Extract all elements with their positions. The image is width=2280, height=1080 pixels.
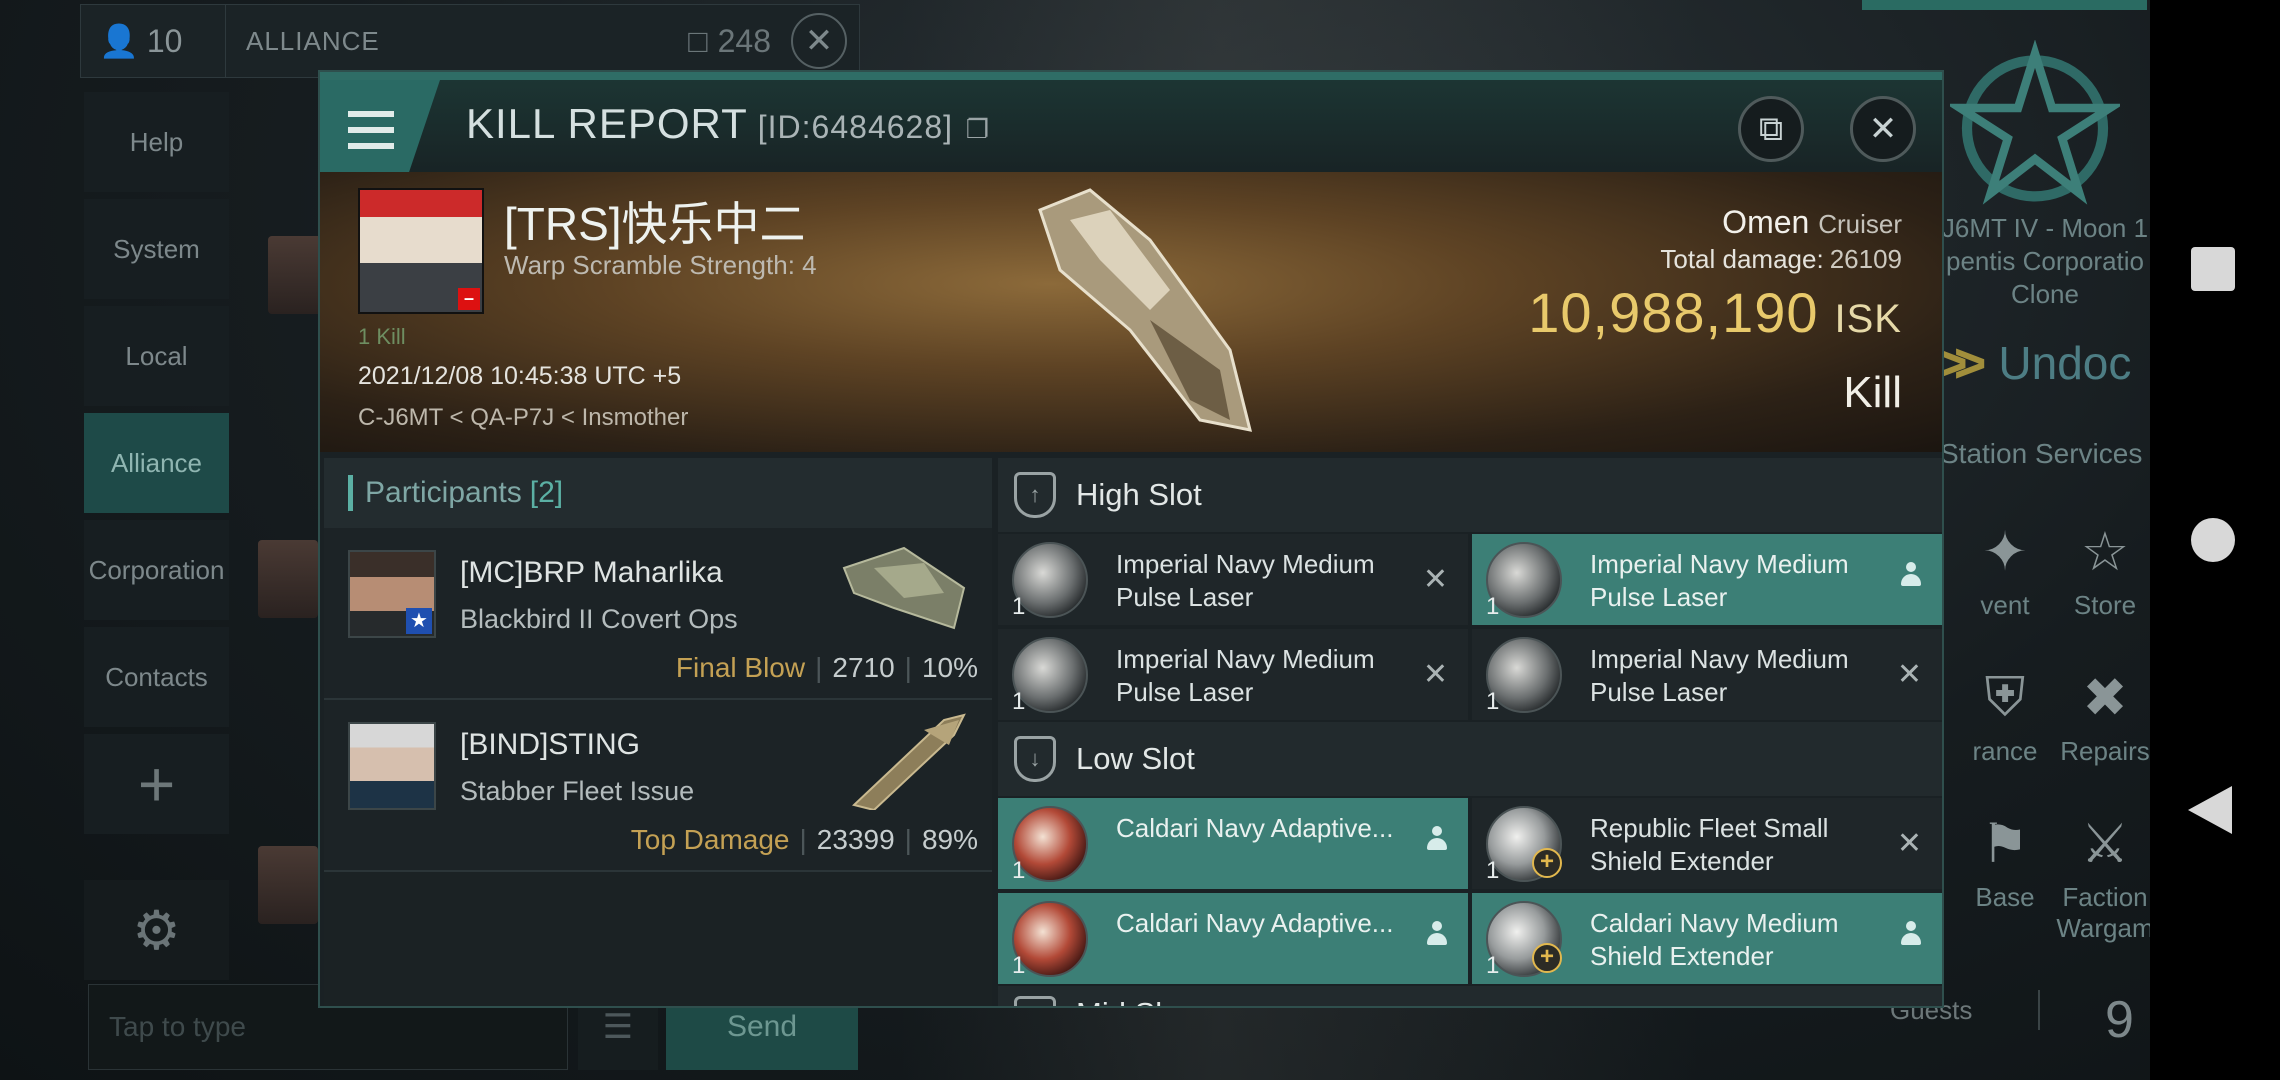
participants-header: Participants [2]	[324, 458, 992, 528]
external-link-icon: ⧉	[1758, 109, 1784, 148]
divider	[2038, 990, 2040, 1030]
participant-ship-image	[851, 713, 966, 810]
nav-corporation[interactable]: Corporation	[84, 520, 229, 620]
participants-panel: Participants [2] ★ [MC]BRP Maharlika Bla…	[324, 458, 992, 1006]
participant-stats: Final Blow | 2710 | 10%	[675, 652, 978, 683]
dialog-accent	[320, 72, 1942, 80]
station-location: J6MT IV - Moon 1 pentis Corporatio Clone	[1941, 213, 2149, 309]
low-slot-icon: ↓	[1014, 736, 1056, 782]
low-slot-header: ↓ Low Slot	[998, 722, 1942, 796]
nav-help[interactable]: Help	[84, 92, 229, 192]
recents-icon[interactable]	[2191, 247, 2235, 291]
dropped-icon	[1426, 826, 1448, 860]
module-item[interactable]: + 1 Caldari Navy Medium Shield Extender	[1472, 893, 1942, 984]
hamburger-icon	[348, 106, 394, 154]
kill-datetime: 2021/12/08 10:45:38 UTC +5	[358, 362, 682, 390]
destroyed-icon: ✕	[1422, 563, 1448, 596]
module-item[interactable]: + 1 Republic Fleet Small Shield Extender…	[1472, 798, 1942, 889]
nav-local[interactable]: Local	[84, 306, 229, 406]
destroyed-icon: ✕	[1896, 658, 1922, 691]
add-channel-button[interactable]: +	[84, 734, 229, 834]
participant-row[interactable]: ★ [MC]BRP Maharlika Blackbird II Covert …	[324, 528, 992, 700]
hostile-tag-icon: –	[458, 288, 480, 310]
home-icon[interactable]	[2191, 518, 2235, 562]
member-count[interactable]: 👤 10	[81, 5, 226, 77]
module-item[interactable]: 1 Imperial Navy Medium Pulse Laser ✕	[1472, 629, 1942, 720]
total-damage: Total damage: 26109	[1660, 244, 1902, 274]
victim-ship-image[interactable]	[1000, 180, 1280, 450]
victim-name[interactable]: [TRS]快乐中二	[504, 188, 806, 254]
kill-count: 1 Kill	[358, 324, 406, 349]
dropped-icon	[1426, 921, 1448, 955]
low-slot-grid: 1 Caldari Navy Adaptive... + 1 Republic …	[998, 796, 1942, 986]
high-slot-icon: ↑	[1014, 472, 1056, 518]
nav-contacts[interactable]: Contacts	[84, 627, 229, 727]
channel-name: ALLIANCE	[246, 25, 380, 56]
result-label: Kill	[1843, 368, 1902, 417]
avatar[interactable]: ★	[348, 550, 436, 638]
station-emblem-icon	[1950, 40, 2120, 205]
destroyed-icon: ✕	[1422, 658, 1448, 691]
unread-count: □ 248	[688, 22, 771, 59]
module-item[interactable]: 1 Imperial Navy Medium Pulse Laser	[1472, 534, 1942, 625]
module-item[interactable]: 1 Imperial Navy Medium Pulse Laser ✕	[998, 629, 1468, 720]
close-icon: ✕	[1868, 110, 1898, 148]
back-icon[interactable]	[2188, 786, 2232, 834]
high-slot-grid: 1 Imperial Navy Medium Pulse Laser ✕ 1 I…	[998, 532, 1942, 722]
copy-icon[interactable]: ❐	[966, 114, 990, 144]
dropped-icon	[1900, 562, 1922, 596]
dropped-icon	[1900, 921, 1922, 955]
star-icon: ★	[406, 608, 432, 634]
avatar[interactable]	[258, 540, 318, 618]
high-slot-header: ↑ High Slot	[998, 458, 1942, 532]
warp-scramble: Warp Scramble Strength: 4	[504, 250, 817, 280]
close-button[interactable]: ✕	[1850, 96, 1916, 162]
kill-location: C-J6MT < QA-P7J < Insmother	[358, 404, 689, 431]
mid-slot-header: ↕ Mid Sl	[998, 986, 1942, 1006]
participant-row[interactable]: [BIND]STING Stabber Fleet Issue Top Dama…	[324, 700, 992, 872]
station-services-label: Station Services	[1940, 438, 2143, 469]
module-item[interactable]: 1 Imperial Navy Medium Pulse Laser ✕	[998, 534, 1468, 625]
nav-alliance[interactable]: Alliance	[84, 413, 229, 513]
report-id: [ID:6484628]	[757, 109, 954, 145]
share-button[interactable]: ⧉	[1738, 96, 1804, 162]
participant-ship-image	[842, 546, 966, 630]
avatar[interactable]	[348, 722, 436, 810]
gear-icon[interactable]: ⚙	[84, 880, 229, 980]
chat-channel-nav: Help System Local Alliance Corporation C…	[84, 92, 229, 841]
participant-stats: Top Damage | 23399 | 89%	[630, 824, 978, 855]
isk-value: 10,988,190 ISK	[1528, 281, 1902, 344]
victim-banner: – [TRS]快乐中二 Warp Scramble Strength: 4 1 …	[320, 172, 1942, 452]
mid-slot-icon: ↕	[1014, 996, 1056, 1006]
module-item[interactable]: 1 Caldari Navy Adaptive...	[998, 798, 1468, 889]
chat-header: 👤 10 ALLIANCE □ 248 ✕	[80, 4, 860, 78]
victim-ship: Omen Cruiser	[1722, 204, 1902, 240]
guests-count: 9	[2105, 991, 2134, 1049]
undock-button[interactable]: >> Undoc	[1935, 330, 2131, 395]
station-header-bar	[1862, 0, 2147, 10]
dialog-title: KILL REPORT [ID:6484628] ❐	[466, 100, 990, 147]
kill-report-dialog: KILL REPORT [ID:6484628] ❐ ⧉ ✕ – [TRS]快乐中…	[318, 70, 1944, 1008]
person-icon: 👤	[99, 23, 139, 59]
chat-close-button[interactable]: ✕	[791, 13, 847, 69]
avatar[interactable]	[258, 846, 318, 924]
victim-portrait[interactable]: –	[358, 188, 484, 314]
nav-system[interactable]: System	[84, 199, 229, 299]
module-item[interactable]: 1 Caldari Navy Adaptive...	[998, 893, 1468, 984]
chat-window-icon: □	[688, 22, 708, 59]
destroyed-icon: ✕	[1896, 827, 1922, 860]
fitting-panel: ↑ High Slot 1 Imperial Navy Medium Pulse…	[998, 458, 1942, 1006]
